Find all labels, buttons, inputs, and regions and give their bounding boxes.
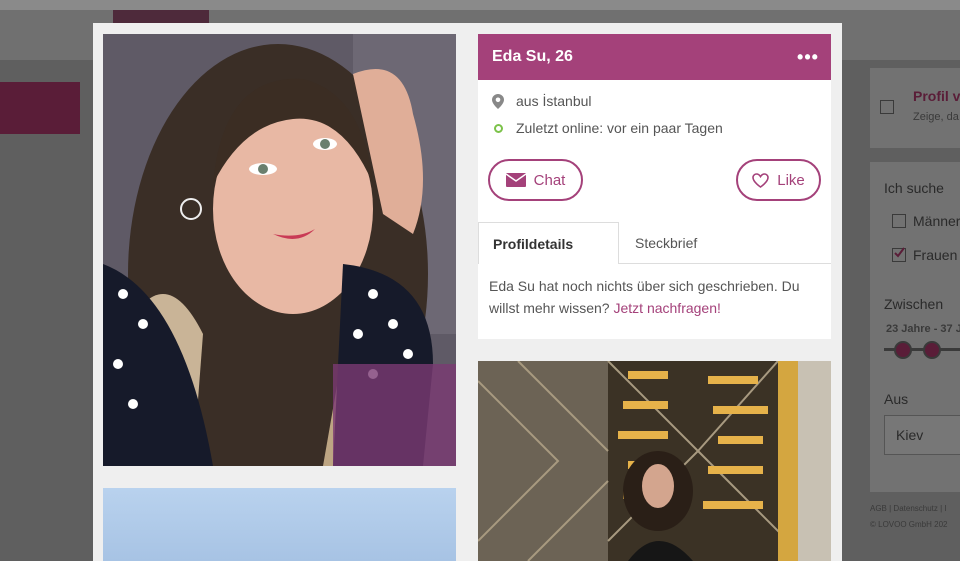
browser-top-strip	[0, 0, 960, 10]
like-label: Like	[777, 171, 805, 189]
chat-button[interactable]: Chat	[488, 159, 583, 201]
more-options-button[interactable]: •••	[797, 46, 819, 68]
chat-label: Chat	[533, 171, 566, 189]
background-copyright: © LOVOO GmbH 202	[870, 520, 948, 529]
like-button[interactable]: Like	[736, 159, 821, 201]
profile-second-photo[interactable]	[103, 488, 456, 561]
location-text: aus İstanbul	[516, 93, 592, 109]
background-between-label: Zwischen	[884, 296, 944, 312]
profile-tabs: Profildetails Steckbrief	[478, 222, 831, 264]
background-men-label: Männer	[913, 213, 960, 229]
background-profile-sub: Zeige, da	[913, 111, 959, 123]
portrait-image	[103, 34, 456, 466]
profile-info-card: Eda Su, 26 ••• aus İstanbul Zuletzt onli…	[478, 34, 831, 339]
background-slider-knob-max	[923, 341, 941, 359]
background-age-range: 23 Jahre - 37 J	[886, 323, 960, 335]
background-footer-links: AGB | Datenschutz | I	[870, 504, 947, 513]
check-icon	[894, 247, 905, 258]
background-profile-heading: Profil v	[913, 88, 960, 104]
profile-header: Eda Su, 26 •••	[478, 34, 831, 80]
background-profile-checkbox	[880, 100, 894, 114]
tab-steckbrief[interactable]: Steckbrief	[619, 222, 831, 264]
location-pin-icon	[492, 93, 504, 109]
background-search-label: Ich suche	[884, 180, 944, 196]
tab-profildetails[interactable]: Profildetails	[478, 222, 619, 264]
background-men-checkbox	[892, 214, 906, 228]
background-left-button	[0, 82, 80, 134]
mirror-wall-image	[478, 361, 831, 561]
heart-icon	[752, 172, 770, 188]
background-women-checkbox	[892, 247, 906, 262]
online-status-icon	[492, 121, 504, 135]
envelope-icon	[505, 173, 526, 187]
background-city-value: Kiev	[896, 427, 924, 443]
profile-main-photo[interactable]	[103, 34, 456, 466]
background-women-label: Frauen	[913, 247, 958, 263]
profile-description: Eda Su hat noch nichts über sich geschri…	[489, 275, 819, 319]
online-status-row: Zuletzt online: vor ein paar Tagen	[492, 120, 723, 136]
profile-third-photo[interactable]	[478, 361, 831, 561]
online-status-text: Zuletzt online: vor ein paar Tagen	[516, 120, 723, 136]
location-row: aus İstanbul	[492, 93, 592, 109]
background-slider-knob-min	[894, 341, 912, 359]
background-from-label: Aus	[884, 391, 909, 407]
ask-now-link[interactable]: Jetzt nachfragen!	[613, 300, 720, 316]
profile-name-age: Eda Su, 26	[492, 48, 573, 65]
